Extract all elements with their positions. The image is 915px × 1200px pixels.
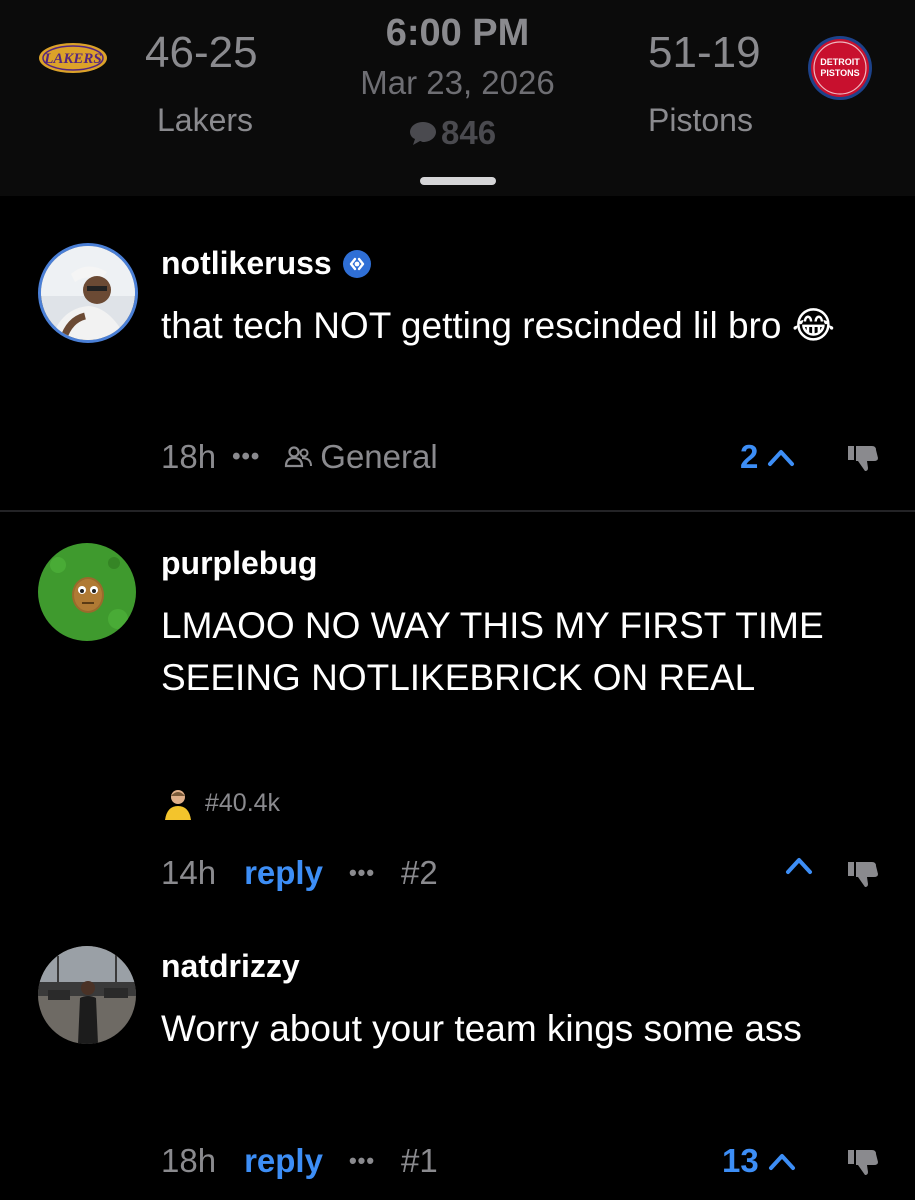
upvote-count: 13 bbox=[722, 1142, 759, 1179]
community-group-icon bbox=[285, 446, 313, 468]
more-options-icon[interactable]: ••• bbox=[232, 443, 260, 471]
comment-count-value: 846 bbox=[441, 114, 497, 151]
comment-timestamp: 18h bbox=[161, 438, 217, 475]
upvote-count: 2 bbox=[740, 438, 759, 475]
upvote-chevron-icon bbox=[768, 450, 795, 466]
comment-username[interactable]: purplebug bbox=[161, 545, 317, 582]
comment-body: LMAOO NO WAY THIS MY FIRST TIME SEEING N… bbox=[161, 605, 824, 698]
pistons-logo-text-2: PISTONS bbox=[820, 68, 859, 78]
comment-count[interactable]: 846 bbox=[409, 114, 496, 152]
pistons-logo-icon[interactable]: DETROIT PISTONS bbox=[806, 34, 874, 102]
upvote-chevron-icon bbox=[786, 858, 812, 874]
game-date: Mar 23, 2026 bbox=[360, 64, 555, 101]
avatar-image-icon bbox=[38, 946, 136, 1044]
downvote-thumb-icon[interactable] bbox=[846, 1148, 880, 1176]
avatar-image-icon bbox=[41, 246, 135, 340]
comment-timestamp: 18h bbox=[161, 1142, 217, 1179]
community-label[interactable]: General bbox=[320, 438, 437, 476]
avatar-image-icon bbox=[38, 543, 136, 641]
away-record: 51-19 bbox=[648, 28, 761, 77]
post-number: #2 bbox=[401, 854, 438, 891]
downvote-thumb-icon[interactable] bbox=[846, 860, 880, 888]
away-team-name: Pistons bbox=[648, 102, 753, 138]
more-options-icon[interactable]: ••• bbox=[349, 1148, 375, 1174]
pistons-logo-text-1: DETROIT bbox=[820, 57, 860, 67]
user-avatar-photo[interactable] bbox=[38, 243, 138, 343]
comment-username[interactable]: natdrizzy bbox=[161, 948, 300, 985]
player-badge-icon bbox=[165, 790, 191, 820]
downvote-thumb-icon[interactable] bbox=[846, 444, 880, 472]
verified-badge-icon bbox=[342, 249, 371, 278]
upvote-button[interactable]: 2 bbox=[740, 438, 796, 476]
upvote-button[interactable] bbox=[776, 854, 814, 876]
sheet-grabber-handle[interactable] bbox=[420, 177, 496, 185]
user-badge[interactable]: #40.4k bbox=[161, 786, 280, 820]
upvote-chevron-icon bbox=[768, 1154, 795, 1170]
home-team-name: Lakers bbox=[157, 102, 254, 138]
badge-label: #40.4k bbox=[205, 788, 281, 817]
reply-button[interactable]: reply bbox=[244, 854, 323, 892]
reply-button[interactable]: reply bbox=[244, 1142, 323, 1180]
game-time: 6:00 PM bbox=[385, 12, 530, 54]
chat-bubble-icon bbox=[410, 122, 436, 145]
game-header: LAKERS 46-25 Lakers 6:00 PM Mar 23, 2026… bbox=[0, 0, 915, 196]
post-number: #1 bbox=[401, 1142, 438, 1179]
comment-body: that tech NOT getting rescinded lil bro … bbox=[161, 305, 835, 346]
comment-body: Worry about your team kings some ass bbox=[161, 1008, 802, 1049]
comment-timestamp: 14h bbox=[161, 854, 217, 891]
more-options-icon[interactable]: ••• bbox=[349, 860, 375, 886]
wallnut-avatar[interactable] bbox=[38, 543, 136, 641]
upvote-button[interactable]: 13 bbox=[722, 1142, 797, 1180]
comment-divider bbox=[0, 510, 915, 512]
comment-username[interactable]: notlikeruss bbox=[161, 245, 332, 282]
user-avatar-photo[interactable] bbox=[38, 946, 136, 1044]
